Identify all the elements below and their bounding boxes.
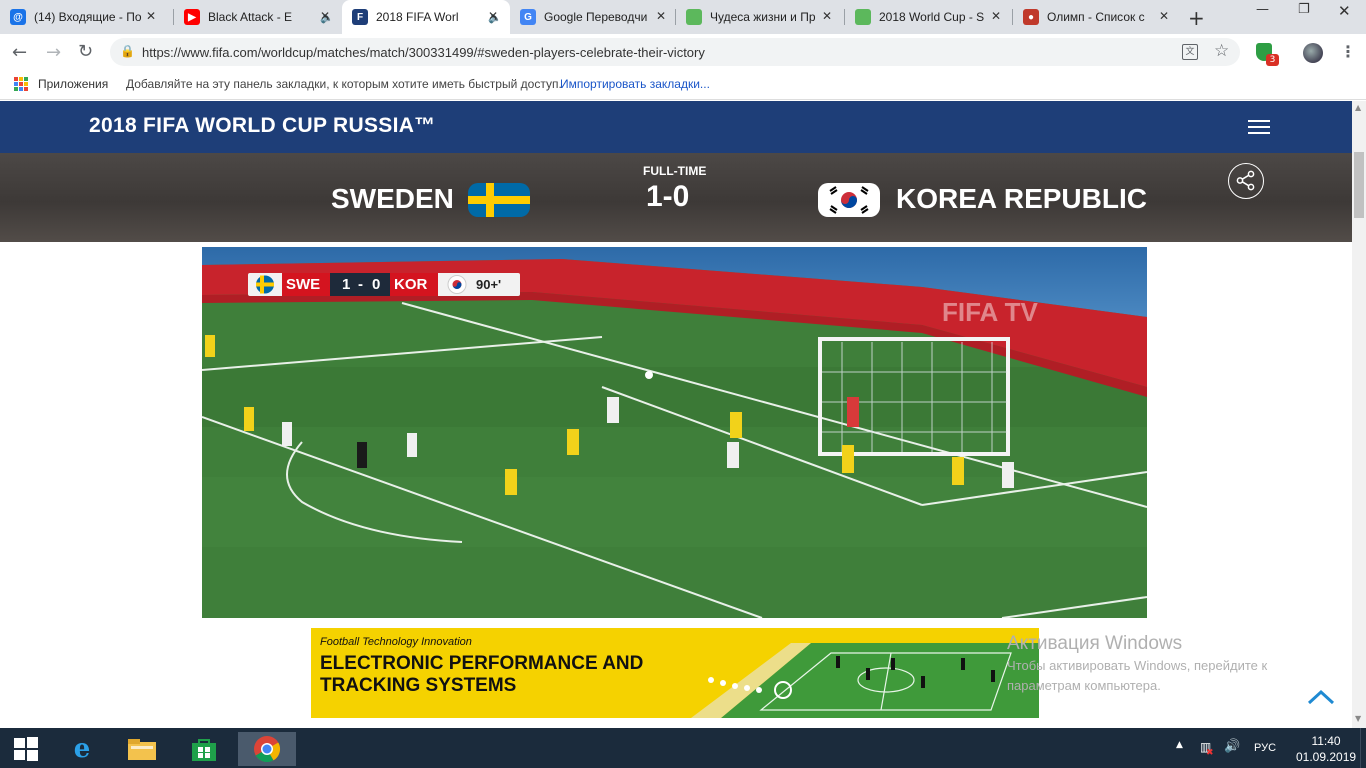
tab-title: Чудеса жизни и Пр [710,10,816,24]
tab-2[interactable]: ▶ Black Attack - E 🔈 ✕ [174,0,342,34]
ad-headline-line1: ELECTRONIC PERFORMANCE AND [320,653,644,674]
video-home-code: SWE [286,276,321,293]
video-score-separator: - [358,276,363,293]
hamburger-icon-bar[interactable] [1248,120,1270,122]
minimize-button[interactable]: — [1256,2,1269,17]
taskbar-chrome[interactable] [238,732,296,766]
menu-icon[interactable]: ⋮ [1340,42,1356,61]
share-icon [1236,170,1255,191]
korea-flag-icon [818,183,880,217]
extension-badge: 3 [1266,54,1279,66]
tab-title: (14) Входящие - По [34,10,142,24]
tab-title: Олимп - Список с [1047,10,1145,24]
chrome-icon [254,736,281,763]
ad-banner[interactable]: Football Technology Innovation ELECTRONI… [311,628,1039,718]
lock-icon[interactable]: 🔒 [120,44,135,58]
tab-close-icon[interactable]: ✕ [991,9,1001,23]
video-player[interactable]: SWE 1 - 0 KOR 90+' FIFA TV [202,247,1147,618]
sweden-flag-icon [468,183,530,217]
tab-title: 2018 FIFA Worl [376,10,459,24]
match-score: 1-0 [646,180,690,213]
hamburger-icon-bar[interactable] [1248,126,1270,128]
folder-icon [128,739,156,760]
video-away-code: KOR [394,276,428,293]
tab-4[interactable]: G Google Переводчи ✕ [510,0,678,34]
home-team-name[interactable]: SWEDEN [331,183,454,215]
reload-button[interactable]: ↻ [78,41,93,62]
new-tab-button[interactable]: + [1188,6,1205,30]
input-language[interactable]: РУС [1254,742,1276,754]
video-away-score: 0 [372,276,381,293]
tray-expand-icon[interactable]: ▲ [1176,740,1183,750]
tab-close-icon[interactable]: ✕ [488,9,498,23]
taskbar-file-explorer[interactable] [116,732,168,766]
tab-1[interactable]: @ (14) Входящие - По ✕ [0,0,168,34]
profile-avatar[interactable] [1303,43,1323,63]
match-status: FULL-TIME [643,164,707,178]
scroll-up-arrow-icon[interactable]: ▲ [1355,103,1361,112]
network-error-icon: ✖ [1206,748,1214,758]
tab-5[interactable]: Чудеса жизни и Пр ✕ [676,0,844,34]
bookmarks-hint: Добавляйте на эту панель закладки, к кот… [126,77,562,91]
tab-favicon-icon: F [352,9,368,25]
ad-tagline: Football Technology Innovation [320,636,472,648]
video-home-score: 1 [342,276,351,293]
away-team-name[interactable]: KOREA REPUBLIC [896,183,1147,215]
apps-link[interactable]: Приложения [38,77,108,91]
tab-close-icon[interactable]: ✕ [822,9,832,23]
restore-button[interactable]: ❐ [1298,2,1310,17]
tab-close-icon[interactable]: ✕ [1159,9,1169,23]
clock-date: 01.09.2019 [1296,750,1357,764]
scrollbar-thumb[interactable] [1354,152,1364,218]
tab-favicon-icon: ▶ [184,9,200,25]
internet-explorer-icon: e [73,734,91,764]
back-button[interactable]: ← [12,42,27,63]
tab-7[interactable]: ● Олимп - Список с ✕ [1013,0,1181,34]
tab-title: 2018 World Cup - S [879,10,985,24]
apps-grid-icon[interactable] [14,77,28,91]
scroll-down-arrow-icon[interactable]: ▼ [1355,714,1361,723]
site-title[interactable]: 2018 FIFA WORLD CUP RUSSIA™ [89,114,436,138]
bookmark-star-icon[interactable]: ☆ [1214,41,1229,61]
chevron-up-icon [1307,689,1335,705]
video-sweden-flag-icon [256,275,274,294]
video-match-clock: 90+' [476,277,502,292]
tab-6[interactable]: 2018 World Cup - S ✕ [845,0,1013,34]
clock-time: 11:40 [1311,734,1341,748]
ad-headline-line2: TRACKING SYSTEMS [320,675,517,696]
taskbar-internet-explorer[interactable]: e [56,732,108,766]
tab-close-icon[interactable]: ✕ [320,9,330,23]
back-to-top-button[interactable] [1290,668,1352,728]
url-text[interactable]: https://www.fifa.com/worldcup/matches/ma… [142,45,705,60]
close-window-button[interactable]: ✕ [1338,2,1351,20]
windows-activation-line2: параметрам компьютера. [1007,678,1161,693]
tab-favicon-icon [855,9,871,25]
tab-close-icon[interactable]: ✕ [656,9,666,23]
video-korea-flag-icon [447,275,467,294]
taskbar-clock[interactable]: 11:40 01.09.2019 [1296,733,1356,765]
show-desktop-button[interactable] [1360,728,1366,768]
fifa-tv-watermark: FIFA TV [942,297,1038,327]
tab-favicon-icon: ● [1023,9,1039,25]
windows-activation-title: Активация Windows [1007,633,1183,654]
tab-3[interactable]: F 2018 FIFA Worl 🔈 ✕ [342,0,510,34]
translate-icon[interactable]: 文 [1182,44,1198,60]
tab-favicon-icon: @ [10,9,26,25]
store-bag-icon [192,739,216,761]
forward-button[interactable]: → [46,42,61,63]
tab-title: Black Attack - E [208,10,293,24]
windows-activation-line1: Чтобы активировать Windows, перейдите к [1007,658,1268,673]
import-bookmarks-link[interactable]: Импортировать закладки... [560,77,710,91]
tab-close-icon[interactable]: ✕ [146,9,156,23]
tab-title: Google Переводчи [544,10,648,24]
ad-pitch-graphic [691,643,1039,718]
tab-favicon-icon [686,9,702,25]
hamburger-icon-bar[interactable] [1248,132,1270,134]
start-button[interactable] [0,732,52,766]
volume-icon[interactable]: 🔊 [1224,739,1240,754]
windows-logo-icon [14,737,38,761]
tab-favicon-icon: G [520,9,536,25]
share-button[interactable] [1228,163,1264,199]
taskbar-store[interactable] [178,732,230,766]
